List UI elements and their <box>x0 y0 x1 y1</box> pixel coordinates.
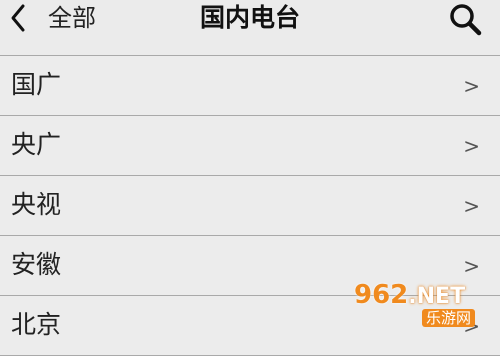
station-list: 国广 > 央广 > 央视 > 安徽 > 北京 > <box>0 56 500 356</box>
chevron-right-icon: > <box>463 74 480 98</box>
search-icon <box>450 4 482 36</box>
list-item-label: 国广 <box>11 70 62 99</box>
list-item-label: 北京 <box>11 310 62 339</box>
chevron-right-icon: > <box>463 134 480 158</box>
back-label[interactable]: 全部 <box>48 2 96 34</box>
top-bar: 全部 国内电台 <box>0 0 500 56</box>
search-button[interactable] <box>446 2 486 38</box>
list-item[interactable]: 央视 > <box>0 176 500 236</box>
chevron-right-icon: > <box>463 254 480 278</box>
list-item[interactable]: 国广 > <box>0 56 500 116</box>
list-item[interactable]: 北京 > <box>0 296 500 356</box>
chevron-left-icon <box>11 4 25 32</box>
list-item[interactable]: 安徽 > <box>0 236 500 296</box>
list-item-label: 央视 <box>11 190 62 219</box>
list-item-label: 央广 <box>11 130 62 159</box>
chevron-right-icon: > <box>463 314 480 338</box>
list-item[interactable]: 央广 > <box>0 116 500 176</box>
back-button[interactable] <box>0 0 26 36</box>
chevron-right-icon: > <box>463 194 480 218</box>
list-item-label: 安徽 <box>11 250 62 279</box>
